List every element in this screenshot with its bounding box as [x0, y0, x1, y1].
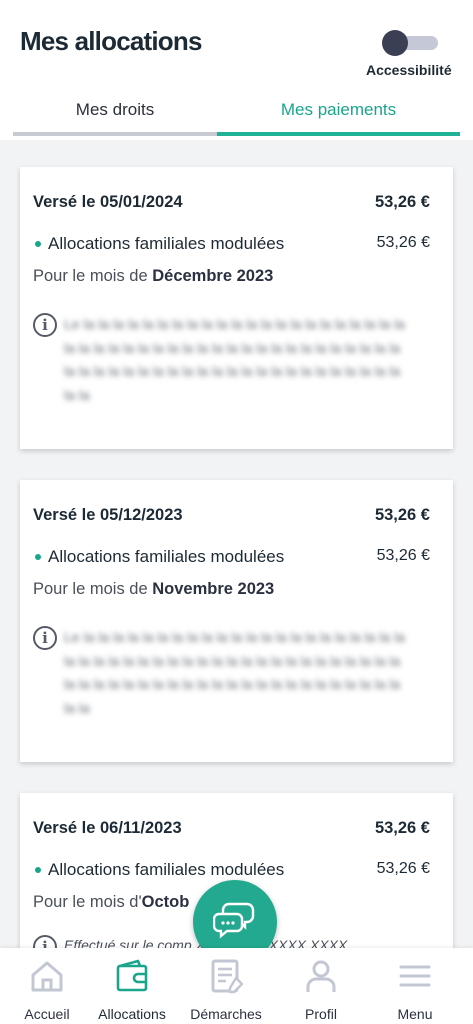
nav-label: Démarches: [190, 1006, 262, 1022]
allocation-amount: 53,26 €: [376, 234, 430, 251]
allocation-label: Allocations familiales modulées: [48, 860, 285, 879]
allocation-label: Allocations familiales modulées: [48, 547, 285, 566]
allocation-amount: 53,26 €: [376, 547, 430, 564]
payment-total: 53,26 €: [374, 819, 430, 837]
user-icon: [306, 960, 336, 992]
accessibility-toggle[interactable]: [382, 30, 438, 56]
bullet-icon: [35, 241, 41, 247]
document-icon: [211, 959, 244, 994]
allocation-amount: 53,26 €: [376, 860, 430, 877]
nav-label: Accueil: [24, 1006, 70, 1022]
payment-total: 53,26 €: [374, 193, 430, 211]
tab-mes-droits[interactable]: Mes droits: [13, 100, 217, 120]
wallet-icon: [116, 959, 148, 992]
menu-icon: [399, 965, 431, 987]
bullet-icon: [35, 867, 41, 873]
payment-date: Versé le 06/11/2023: [33, 819, 182, 837]
payment-month: Pour le mois d'Octob: [33, 893, 190, 911]
nav-label: Menu: [397, 1006, 433, 1022]
payment-info-text: Le la la la la la la la la la la la la l…: [64, 629, 405, 716]
accessibility-label: Accessibilité: [366, 62, 452, 78]
payment-header: Versé le 06/11/2023 53,26 €: [33, 819, 430, 838]
payment-card[interactable]: Versé le 05/12/2023 53,26 € Allocations …: [20, 480, 453, 762]
payment-month: Pour le mois de Novembre 2023: [33, 580, 275, 598]
tab-underline-inactive: [13, 132, 217, 136]
bullet-icon: [35, 554, 41, 560]
tab-mes-paiements[interactable]: Mes paiements: [217, 100, 460, 120]
info-icon: i: [33, 626, 57, 650]
nav-item-allocations[interactable]: Allocations: [85, 948, 179, 1024]
tab-underline-active: [217, 132, 460, 136]
payment-month: Pour le mois de Décembre 2023: [33, 267, 274, 285]
payment-header: Versé le 05/12/2023 53,26 €: [33, 506, 430, 525]
bottom-nav: Accueil Allocations Démarches Profil Men…: [0, 948, 473, 1024]
payment-date: Versé le 05/01/2024: [33, 193, 183, 211]
page-title: Mes allocations: [20, 26, 202, 56]
info-icon: i: [33, 313, 57, 337]
chat-bubbles-icon: [213, 902, 255, 939]
nav-item-demarches[interactable]: Démarches: [179, 948, 273, 1024]
nav-item-menu[interactable]: Menu: [368, 948, 462, 1024]
payment-card[interactable]: Versé le 05/01/2024 53,26 € Allocations …: [20, 167, 453, 449]
nav-label: Profil: [305, 1006, 337, 1022]
nav-label: Allocations: [98, 1006, 166, 1022]
payment-date: Versé le 05/12/2023: [33, 506, 183, 524]
payment-total: 53,26 €: [374, 506, 430, 524]
nav-item-profil[interactable]: Profil: [274, 948, 368, 1024]
allocation-label: Allocations familiales modulées: [48, 234, 285, 253]
payment-info-text: Le la la la la la la la la la la la la l…: [64, 316, 405, 403]
header: Mes allocations Accessibilité Mes droits…: [0, 0, 473, 140]
toggle-knob: [382, 30, 408, 56]
nav-item-accueil[interactable]: Accueil: [0, 948, 94, 1024]
payment-header: Versé le 05/01/2024 53,26 €: [33, 193, 430, 212]
home-icon: [31, 961, 63, 992]
